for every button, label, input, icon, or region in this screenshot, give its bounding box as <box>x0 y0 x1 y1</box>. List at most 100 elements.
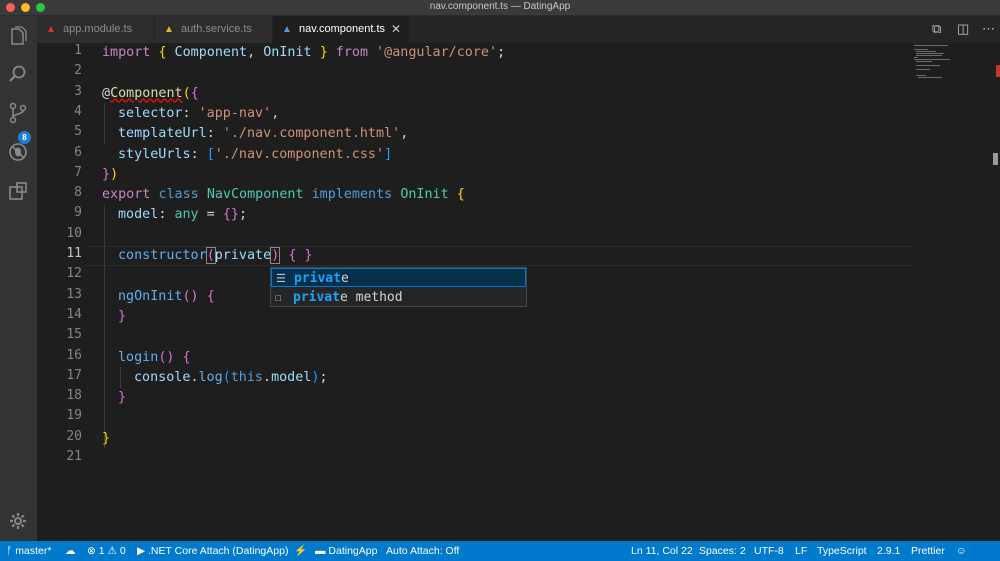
eol-status[interactable]: LF <box>795 541 807 561</box>
line-number: 10 <box>66 225 82 241</box>
tab-app-module[interactable]: ▲ app.module.ts <box>37 16 155 43</box>
suggestion-widget: ☰ private ☐ private method <box>270 267 527 307</box>
minimap-line <box>916 69 930 70</box>
code-line-18: } <box>118 390 127 406</box>
minimap-line <box>914 45 948 46</box>
code-line-7: }) <box>102 166 119 182</box>
line-number: 14 <box>66 306 82 322</box>
sync-icon[interactable]: ☁ <box>65 541 76 561</box>
indent-guide <box>104 103 105 144</box>
line-number: 7 <box>74 164 82 180</box>
code-line-16: login() { <box>118 349 191 365</box>
code-line-11: constructor(private) { } <box>118 247 313 264</box>
folder-icon: ▬ <box>315 545 326 557</box>
feedback-icon[interactable]: ☺ <box>956 541 967 561</box>
debug-icon[interactable] <box>8 142 28 162</box>
minimap-line <box>916 75 926 76</box>
line-number: 12 <box>66 266 82 282</box>
line-number: 13 <box>66 286 82 302</box>
suggestion-item-private-method[interactable]: ☐ private method <box>271 288 526 307</box>
open-changes-icon[interactable]: ⧉ <box>932 21 941 37</box>
prettier-status[interactable]: Prettier <box>911 541 945 561</box>
line-number: 5 <box>74 124 82 140</box>
suggestion-item-private[interactable]: ☰ private <box>271 268 526 287</box>
minimap-line <box>914 57 918 58</box>
more-actions-icon[interactable]: ⋯ <box>982 21 995 37</box>
suggestion-rest: e <box>340 271 349 286</box>
error-icon: ⊗ <box>87 545 96 557</box>
source-control-icon[interactable] <box>8 102 28 124</box>
vertical-scrollbar[interactable] <box>990 43 1000 541</box>
editor-tab-bar: ▲ app.module.ts ▲ auth.service.ts ▲ nav.… <box>37 16 1000 43</box>
window-title: nav.component.ts — DatingApp <box>429 1 571 12</box>
line-number: 16 <box>66 347 82 363</box>
code-line-9: model: any = {}; <box>118 207 247 223</box>
line-number: 4 <box>74 103 82 119</box>
tab-label: nav.component.ts <box>299 23 386 35</box>
tab-label: app.module.ts <box>63 23 133 35</box>
indentation-status[interactable]: Spaces: 2 <box>699 541 746 561</box>
line-number: 19 <box>66 408 82 424</box>
code-line-4: selector: 'app-nav', <box>118 105 280 121</box>
minimap[interactable] <box>912 43 990 541</box>
minimap-line <box>914 59 950 60</box>
suggestion-rest: e method <box>339 290 403 305</box>
line-number: 17 <box>66 367 82 383</box>
split-editor-icon[interactable]: ◫ <box>957 21 969 37</box>
explorer-icon[interactable] <box>8 26 28 46</box>
title-bar: nav.component.ts — DatingApp <box>0 0 1000 16</box>
line-number-current: 11 <box>66 246 82 261</box>
tab-nav-component[interactable]: ▲ nav.component.ts ✕ <box>273 16 410 43</box>
extensions-icon[interactable] <box>8 181 28 201</box>
tab-auth-service[interactable]: ▲ auth.service.ts <box>155 16 273 43</box>
line-number-gutter: 1 2 3 4 5 6 7 8 9 10 11 12 13 14 15 16 1… <box>37 43 87 541</box>
typescript-icon: ▲ <box>282 24 292 35</box>
editor-actions: ⧉ ◫ ⋯ <box>920 16 1000 43</box>
warning-icon: ⚠ <box>107 545 117 557</box>
typescript-version-status[interactable]: 2.9.1 <box>877 541 900 561</box>
branch-status[interactable]: ᚠ master* <box>6 541 51 561</box>
code-line-8: export class NavComponent implements OnI… <box>102 187 465 203</box>
code-line-1: import { Component, OnInit } from '@angu… <box>102 45 506 60</box>
folder-status[interactable]: ▬ DatingApp <box>315 541 377 561</box>
line-number: 3 <box>74 83 82 99</box>
code-line-20: } <box>102 430 111 446</box>
minimap-line <box>916 53 944 54</box>
scrollbar-cursor-marker <box>993 153 998 165</box>
tab-label: auth.service.ts <box>181 23 252 35</box>
line-number: 9 <box>74 205 82 221</box>
minimap-line <box>916 65 940 66</box>
debug-status[interactable]: ▶ .NET Core Attach (DatingApp) <box>137 541 288 561</box>
code-line-3: @Component({ <box>102 85 199 101</box>
angular-service-icon: ▲ <box>164 24 174 35</box>
git-branch-icon: ᚠ <box>6 545 13 557</box>
cursor-position-status[interactable]: Ln 11, Col 22 <box>631 541 693 561</box>
scrollbar-error-marker <box>996 65 1000 77</box>
line-number: 21 <box>66 449 82 464</box>
minimap-line <box>916 55 942 56</box>
auto-attach-status[interactable]: Auto Attach: Off <box>386 541 459 561</box>
settings-gear-icon[interactable] <box>8 512 28 532</box>
code-line-5: templateUrl: './nav.component.html', <box>118 126 409 142</box>
suggestion-match: privat <box>294 271 341 286</box>
snippet-icon: ☐ <box>275 291 282 304</box>
play-icon: ▶ <box>137 545 146 557</box>
code-line-17: console.log(this.model); <box>134 369 328 385</box>
code-line-13: ngOnInit() { <box>118 288 215 304</box>
minimap-line <box>916 51 936 52</box>
close-tab-icon[interactable]: ✕ <box>391 16 401 43</box>
encoding-status[interactable]: UTF-8 <box>754 541 784 561</box>
minimap-line <box>918 77 942 78</box>
minimap-line <box>914 49 928 50</box>
problems-status[interactable]: ⊗ 1 ⚠ 0 <box>87 541 126 561</box>
line-number: 15 <box>66 327 82 343</box>
live-share-icon[interactable]: ⚡ <box>294 541 307 561</box>
language-mode-status[interactable]: TypeScript <box>817 541 867 561</box>
line-number: 18 <box>66 388 82 404</box>
code-line-14: } <box>118 308 127 324</box>
line-number: 8 <box>74 185 82 201</box>
search-icon[interactable] <box>8 64 28 84</box>
suggestion-match: privat <box>293 290 340 305</box>
line-number: 1 <box>74 43 82 58</box>
code-line-6: styleUrls: ['./nav.component.css'] <box>118 146 393 162</box>
